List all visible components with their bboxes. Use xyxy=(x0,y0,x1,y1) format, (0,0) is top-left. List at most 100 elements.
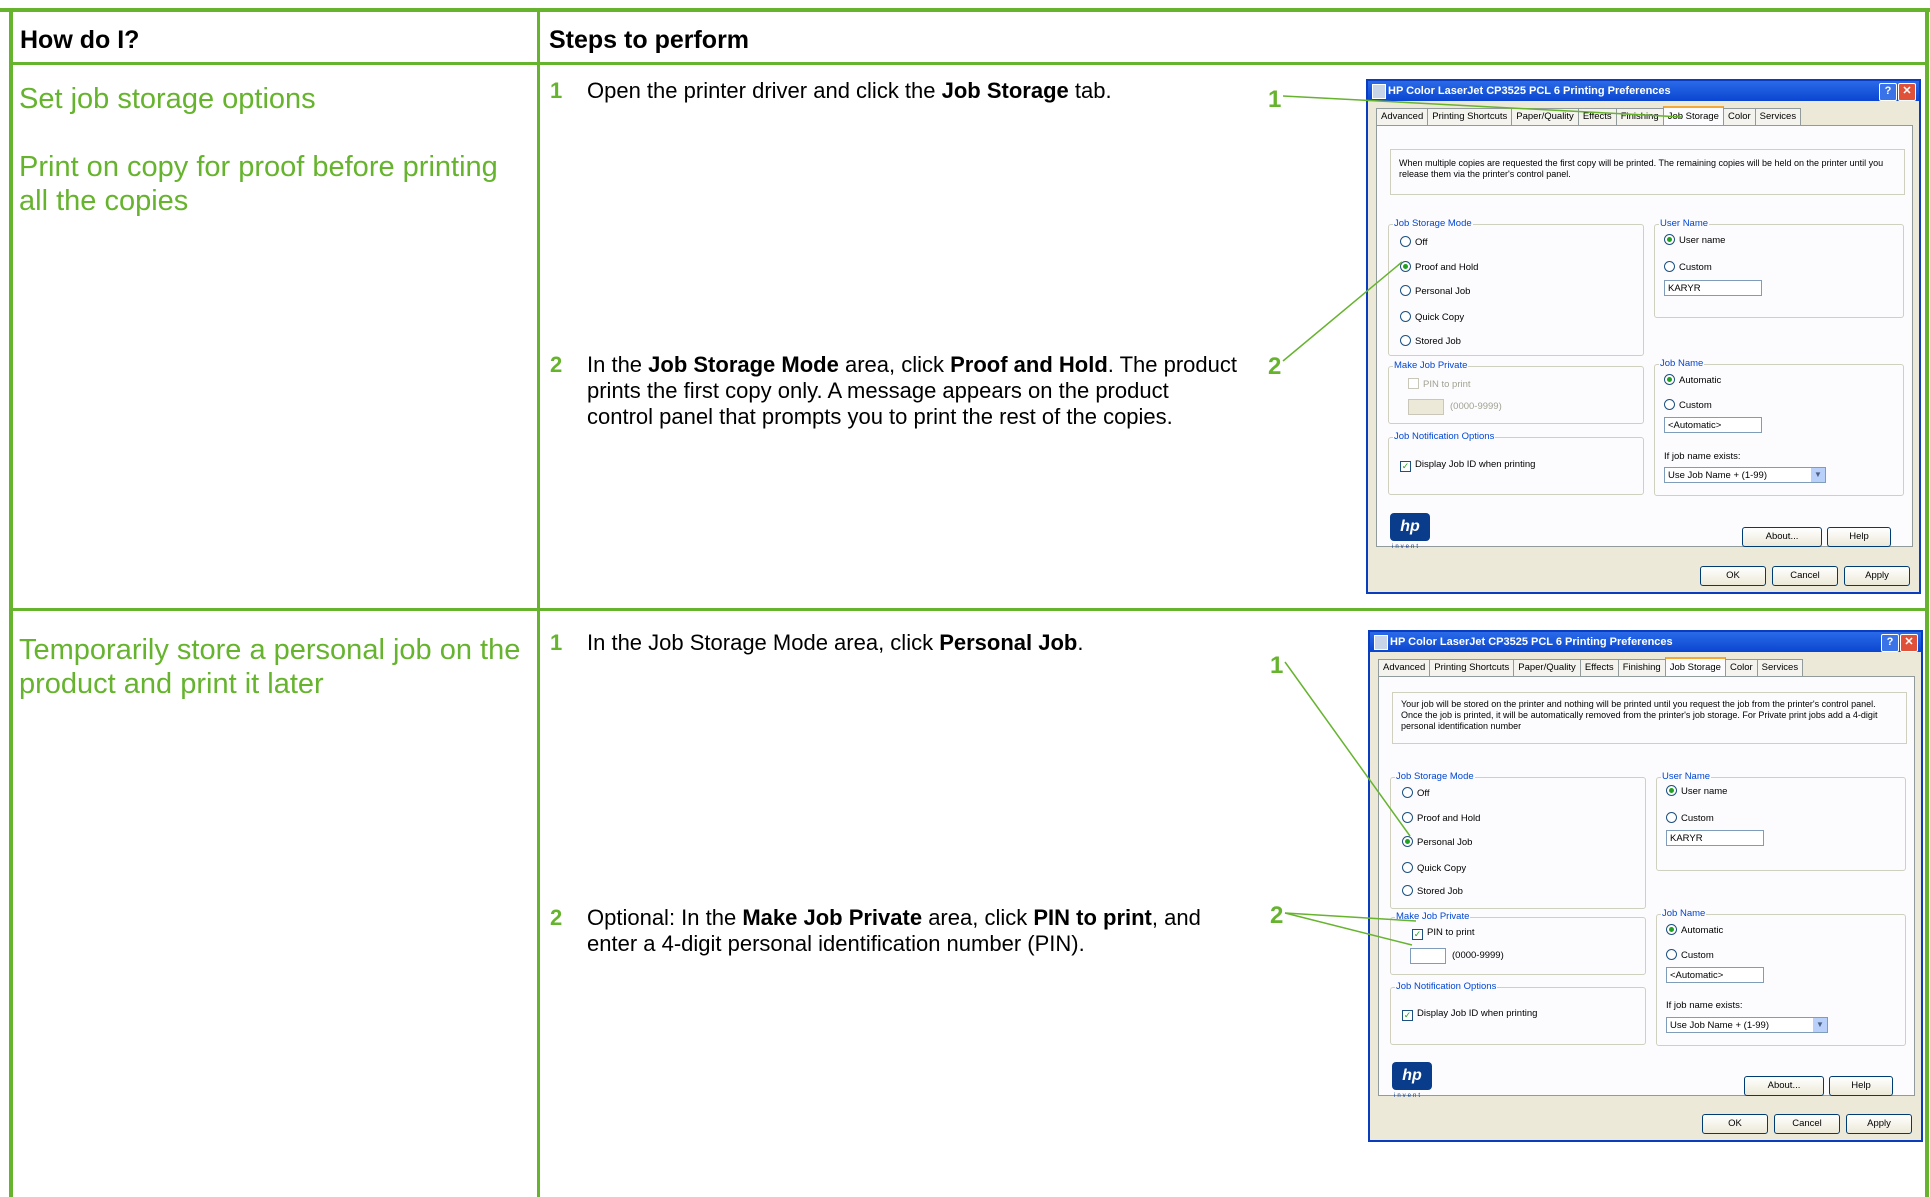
if-job-exists-select[interactable]: Use Job Name + (1-99) ▼ xyxy=(1666,1017,1828,1033)
group-legend: Job Notification Options xyxy=(1395,981,1498,992)
hp-logo: hp xyxy=(1392,1062,1432,1090)
pin-input[interactable] xyxy=(1410,948,1446,964)
radio-off[interactable]: Off xyxy=(1402,787,1430,799)
group-legend: Make Job Private xyxy=(1393,360,1469,371)
radio-personal-job[interactable]: Personal Job xyxy=(1400,285,1470,297)
cancel-button[interactable]: Cancel xyxy=(1772,566,1838,586)
step-number: 2 xyxy=(550,352,563,377)
tab-printing-shortcuts[interactable]: Printing Shortcuts xyxy=(1427,108,1513,125)
task-title-job-storage: Set job storage options xyxy=(19,83,316,115)
tab-advanced[interactable]: Advanced xyxy=(1376,108,1429,125)
help-button[interactable]: Help xyxy=(1829,1076,1893,1096)
radio-proof-and-hold[interactable]: Proof and Hold xyxy=(1400,261,1478,273)
ok-button[interactable]: OK xyxy=(1700,566,1766,586)
radio-stored-job[interactable]: Stored Job xyxy=(1402,885,1463,897)
close-icon[interactable]: ✕ xyxy=(1900,634,1918,652)
close-icon[interactable]: ✕ xyxy=(1898,83,1916,101)
ok-button[interactable]: OK xyxy=(1702,1114,1768,1134)
printing-preferences-dialog: HP Color LaserJet CP3525 PCL 6 Printing … xyxy=(1368,630,1923,1142)
dialog-tabs: Advanced Printing Shortcuts Paper/Qualit… xyxy=(1378,657,1804,676)
step-number: 2 xyxy=(550,905,563,930)
step-number: 1 xyxy=(550,78,563,103)
tab-effects[interactable]: Effects xyxy=(1579,659,1619,676)
display-job-id-checkbox[interactable]: ✓ Display Job ID when printing xyxy=(1400,459,1535,472)
group-legend: User Name xyxy=(1659,218,1710,229)
step-text: Optional: In the Make Job Private area, … xyxy=(587,905,1201,956)
if-job-exists-select[interactable]: Use Job Name + (1-99) ▼ xyxy=(1664,467,1826,483)
about-button[interactable]: About... xyxy=(1742,527,1822,547)
radio-stored-job[interactable]: Stored Job xyxy=(1400,335,1461,347)
tab-paper-quality[interactable]: Paper/Quality xyxy=(1513,659,1581,676)
tab-finishing[interactable]: Finishing xyxy=(1615,108,1664,125)
hp-invent-text: invent xyxy=(1394,1093,1423,1099)
tab-color[interactable]: Color xyxy=(1722,108,1756,125)
tab-services[interactable]: Services xyxy=(1754,108,1802,125)
radio-proof-and-hold[interactable]: Proof and Hold xyxy=(1402,812,1480,824)
apply-button[interactable]: Apply xyxy=(1846,1114,1912,1134)
tab-finishing[interactable]: Finishing xyxy=(1617,659,1666,676)
if-job-exists-label: If job name exists: xyxy=(1664,451,1741,462)
step-text: Open the printer driver and click the Jo… xyxy=(587,78,1112,103)
tab-services[interactable]: Services xyxy=(1756,659,1804,676)
dialog-title-bar: HP Color LaserJet CP3525 PCL 6 Printing … xyxy=(1368,81,1919,101)
task-title-proof: Print on copy for proof before printing … xyxy=(19,151,498,217)
group-legend: Job Name xyxy=(1659,358,1705,369)
job-name-input[interactable]: <Automatic> xyxy=(1664,417,1762,433)
radio-personal-job[interactable]: Personal Job xyxy=(1402,836,1472,848)
radio-job-custom[interactable]: Custom xyxy=(1664,399,1712,411)
tab-printing-shortcuts[interactable]: Printing Shortcuts xyxy=(1429,659,1515,676)
tab-color[interactable]: Color xyxy=(1724,659,1758,676)
tab-effects[interactable]: Effects xyxy=(1577,108,1617,125)
help-icon[interactable]: ? xyxy=(1879,83,1897,101)
group-legend: Job Storage Mode xyxy=(1393,218,1473,229)
make-job-private-group: Make Job Private xyxy=(1388,360,1644,424)
about-button[interactable]: About... xyxy=(1744,1076,1824,1096)
user-name-input[interactable]: KARYR xyxy=(1664,280,1762,296)
pin-range: (0000-9999) xyxy=(1452,950,1504,961)
cancel-button[interactable]: Cancel xyxy=(1774,1114,1840,1134)
display-job-id-checkbox[interactable]: ✓ Display Job ID when printing xyxy=(1402,1008,1537,1021)
header-how-do-i: How do I? xyxy=(20,26,140,54)
tab-advanced[interactable]: Advanced xyxy=(1378,659,1431,676)
printing-preferences-dialog: HP Color LaserJet CP3525 PCL 6 Printing … xyxy=(1366,79,1921,594)
dialog-title: HP Color LaserJet CP3525 PCL 6 Printing … xyxy=(1388,85,1671,97)
printer-icon xyxy=(1372,84,1386,99)
help-icon[interactable]: ? xyxy=(1881,634,1899,652)
radio-quick-copy[interactable]: Quick Copy xyxy=(1400,311,1464,323)
tab-job-storage[interactable]: Job Storage xyxy=(1664,657,1726,676)
radio-user-custom[interactable]: Custom xyxy=(1666,812,1714,824)
radio-off[interactable]: Off xyxy=(1400,236,1428,248)
user-name-input[interactable]: KARYR xyxy=(1666,830,1764,846)
chevron-down-icon: ▼ xyxy=(1813,1018,1827,1032)
header-rule xyxy=(9,62,1929,65)
group-legend: Job Name xyxy=(1661,908,1707,919)
pin-to-print-checkbox[interactable]: PIN to print xyxy=(1408,378,1471,390)
mode-description: When multiple copies are requested the f… xyxy=(1390,149,1905,195)
radio-quick-copy[interactable]: Quick Copy xyxy=(1402,862,1466,874)
radio-job-custom[interactable]: Custom xyxy=(1666,949,1714,961)
callout-2: 2 xyxy=(1268,353,1282,380)
printer-icon xyxy=(1374,635,1388,650)
chevron-down-icon: ▼ xyxy=(1811,468,1825,482)
step-text: In the Job Storage Mode area, click Proo… xyxy=(587,352,1237,429)
radio-user-name[interactable]: User name xyxy=(1666,785,1727,797)
tab-job-storage[interactable]: Job Storage xyxy=(1662,106,1724,125)
radio-user-name[interactable]: User name xyxy=(1664,234,1725,246)
radio-job-automatic[interactable]: Automatic xyxy=(1666,924,1723,936)
radio-job-automatic[interactable]: Automatic xyxy=(1664,374,1721,386)
group-legend: Job Notification Options xyxy=(1393,431,1496,442)
pin-to-print-checkbox[interactable]: ✓ PIN to print xyxy=(1412,927,1475,940)
radio-user-custom[interactable]: Custom xyxy=(1664,261,1712,273)
group-legend: Make Job Private xyxy=(1395,911,1471,922)
help-button[interactable]: Help xyxy=(1827,527,1891,547)
dialog-title: HP Color LaserJet CP3525 PCL 6 Printing … xyxy=(1390,636,1673,648)
pin-input[interactable] xyxy=(1408,399,1444,415)
apply-button[interactable]: Apply xyxy=(1844,566,1910,586)
tab-paper-quality[interactable]: Paper/Quality xyxy=(1511,108,1579,125)
callout-1: 1 xyxy=(1270,652,1284,679)
job-name-input[interactable]: <Automatic> xyxy=(1666,967,1764,983)
dialog-tabs: Advanced Printing Shortcuts Paper/Qualit… xyxy=(1376,106,1802,125)
row-divider xyxy=(9,608,1929,611)
make-job-private-group: Make Job Private xyxy=(1390,911,1646,975)
if-job-exists-label: If job name exists: xyxy=(1666,1000,1743,1011)
